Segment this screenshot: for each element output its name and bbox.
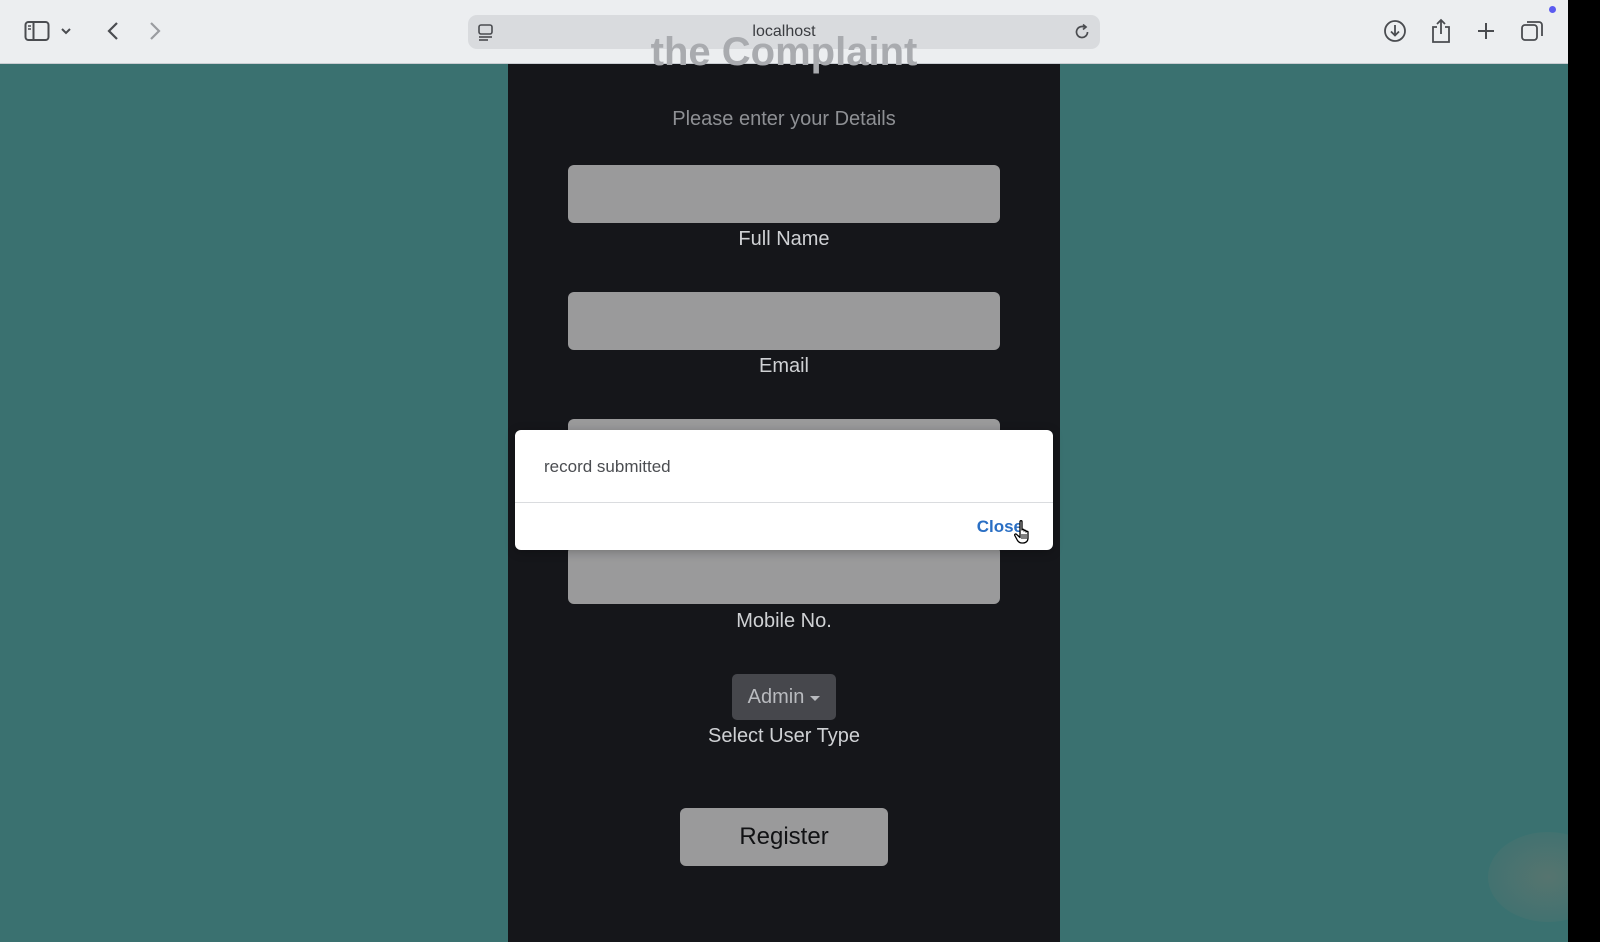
user-type-label: Select User Type: [708, 725, 860, 747]
plus-icon[interactable]: [1471, 16, 1501, 46]
caret-down-icon: [810, 695, 821, 701]
chevron-right-icon[interactable]: [140, 16, 170, 46]
mobile-input[interactable]: [568, 546, 1000, 604]
register-button[interactable]: Register: [680, 808, 888, 866]
notification-dot: [1549, 6, 1556, 13]
dialog-message: record submitted: [544, 457, 671, 476]
chevron-down-icon[interactable]: [56, 16, 76, 46]
screen: localhost the Complaint Please enter you…: [0, 0, 1568, 942]
alert-dialog: record submitted Close: [515, 430, 1053, 550]
user-type-dropdown[interactable]: Admin: [732, 674, 836, 720]
sidebar-icon[interactable]: [22, 16, 52, 46]
decorative-blur: [1488, 832, 1568, 922]
chevron-left-icon[interactable]: [98, 16, 128, 46]
email-label: Email: [758, 355, 809, 377]
full-name-label: Full Name: [738, 228, 830, 250]
dialog-divider: [515, 502, 1053, 503]
tab-overview-icon[interactable]: [1517, 16, 1547, 46]
download-icon[interactable]: [1380, 16, 1410, 46]
email-input[interactable]: [568, 292, 1000, 350]
user-type-value: Admin: [747, 685, 805, 708]
share-icon[interactable]: [1426, 16, 1456, 46]
form-subtitle: Please enter your Details: [672, 108, 896, 130]
full-name-input[interactable]: [568, 165, 1000, 223]
page-title: the Complaint: [650, 30, 918, 74]
hand-cursor-icon: [1013, 519, 1035, 550]
reload-icon[interactable]: [1072, 22, 1092, 47]
mobile-label: Mobile No.: [736, 610, 832, 632]
